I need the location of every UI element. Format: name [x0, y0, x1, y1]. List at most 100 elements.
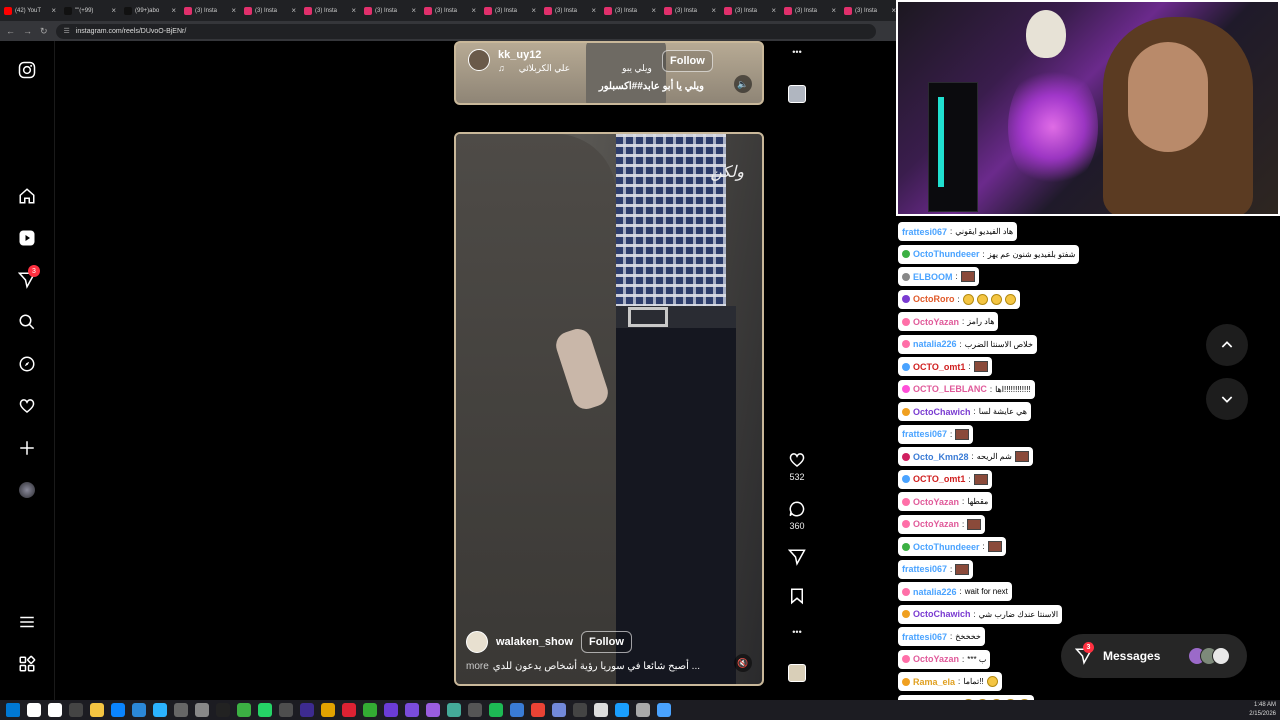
browser-tab[interactable]: (3) Insta ×	[240, 0, 300, 21]
author-avatar[interactable]	[466, 631, 488, 653]
like-button[interactable]: 532	[782, 451, 812, 482]
home-icon[interactable]	[17, 186, 37, 206]
taskbar-app-icon[interactable]	[90, 703, 104, 717]
taskbar-app-icon[interactable]	[615, 703, 629, 717]
browser-tab[interactable]: (3) Insta ×	[840, 0, 900, 21]
taskbar-app-icon[interactable]	[195, 703, 209, 717]
follow-button[interactable]: Follow	[662, 50, 713, 72]
taskbar-app-icon[interactable]	[153, 703, 167, 717]
taskbar-app-icon[interactable]	[174, 703, 188, 717]
explore-icon[interactable]	[17, 354, 37, 374]
taskbar-app-icon[interactable]	[48, 703, 62, 717]
taskbar-app-icon[interactable]	[342, 703, 356, 717]
reels-icon[interactable]	[17, 228, 37, 248]
taskbar-app-icon[interactable]	[237, 703, 251, 717]
start-menu-icon[interactable]	[6, 703, 20, 717]
back-icon[interactable]: ←	[6, 26, 15, 36]
instagram-logo-icon[interactable]	[17, 60, 37, 80]
author-avatar[interactable]	[468, 49, 490, 71]
browser-tab[interactable]: (99+)abo ×	[120, 0, 180, 21]
more-options-icon[interactable]: •••	[782, 47, 812, 57]
taskbar-app-icon[interactable]	[447, 703, 461, 717]
close-tab-icon[interactable]: ×	[591, 6, 596, 15]
system-clock[interactable]: 1:48 AM 2/15/2026	[1249, 701, 1276, 719]
audio-volume-icon[interactable]: 🔈	[734, 75, 752, 93]
close-tab-icon[interactable]: ×	[351, 6, 356, 15]
follow-button[interactable]: Follow	[581, 631, 632, 653]
taskbar-app-icon[interactable]	[321, 703, 335, 717]
browser-tab[interactable]: (3) Insta ×	[480, 0, 540, 21]
more-options-icon[interactable]: •••	[782, 627, 812, 637]
close-tab-icon[interactable]: ×	[411, 6, 416, 15]
taskbar-app-icon[interactable]	[111, 703, 125, 717]
taskbar-app-icon[interactable]	[552, 703, 566, 717]
taskbar-app-icon[interactable]	[573, 703, 587, 717]
author-username[interactable]: kk_uy12	[498, 49, 541, 61]
heart-icon[interactable]	[788, 451, 806, 469]
close-tab-icon[interactable]: ×	[471, 6, 476, 15]
taskbar-app-icon[interactable]	[405, 703, 419, 717]
create-plus-icon[interactable]	[17, 438, 37, 458]
reload-icon[interactable]: ↻	[40, 26, 48, 37]
taskbar-app-icon[interactable]	[510, 703, 524, 717]
close-tab-icon[interactable]: ×	[111, 6, 116, 15]
notifications-heart-icon[interactable]	[17, 396, 37, 416]
site-info-icon[interactable]: ☰	[64, 27, 70, 35]
close-tab-icon[interactable]: ×	[831, 6, 836, 15]
direct-messages-icon[interactable]: 3	[17, 265, 40, 290]
audio-muted-icon[interactable]: 🔇	[734, 654, 752, 672]
browser-tab[interactable]: (3) Insta ×	[180, 0, 240, 21]
taskbar-app-icon[interactable]	[279, 703, 293, 717]
author-username[interactable]: walaken_show	[496, 636, 573, 648]
browser-tab[interactable]: (3) Insta ×	[300, 0, 360, 21]
browser-tab[interactable]: (3) Insta ×	[600, 0, 660, 21]
close-tab-icon[interactable]: ×	[531, 6, 536, 15]
more-link[interactable]: more	[466, 661, 489, 672]
also-from-meta-icon[interactable]	[17, 654, 37, 674]
taskbar-app-icon[interactable]	[426, 703, 440, 717]
close-tab-icon[interactable]: ×	[231, 6, 236, 15]
close-tab-icon[interactable]: ×	[51, 6, 56, 15]
profile-avatar[interactable]	[17, 480, 37, 500]
audio-thumbnail[interactable]	[782, 664, 812, 682]
browser-tab[interactable]: (3) Insta ×	[660, 0, 720, 21]
taskbar-app-icon[interactable]	[384, 703, 398, 717]
reel-video-previous[interactable]: kk_uy12 ♫ علي الكربلائي ويلي يبو Follow …	[454, 41, 764, 105]
reel-video-current[interactable]: ولكن walaken_show Follow more أصبح شائعا…	[454, 132, 764, 686]
taskbar-app-icon[interactable]	[594, 703, 608, 717]
taskbar-app-icon[interactable]	[132, 703, 146, 717]
browser-tab[interactable]: (3) Insta ×	[360, 0, 420, 21]
audio-row[interactable]: ♫ علي الكربلائي ويلي يبو	[498, 63, 652, 74]
close-tab-icon[interactable]: ×	[291, 6, 296, 15]
taskbar-app-icon[interactable]	[69, 703, 83, 717]
browser-tab[interactable]: (42) YouT ×	[0, 0, 60, 21]
taskbar-app-icon[interactable]	[489, 703, 503, 717]
taskbar-app-icon[interactable]	[636, 703, 650, 717]
close-tab-icon[interactable]: ×	[171, 6, 176, 15]
browser-tab[interactable]: (3) Insta ×	[780, 0, 840, 21]
taskbar-app-icon[interactable]	[468, 703, 482, 717]
taskbar-app-icon[interactable]	[258, 703, 272, 717]
messages-button[interactable]: 3 Messages	[1061, 634, 1247, 678]
share-icon[interactable]	[782, 548, 812, 569]
close-tab-icon[interactable]: ×	[711, 6, 716, 15]
search-icon[interactable]	[17, 312, 37, 332]
browser-tab[interactable]: ""(+99) ×	[60, 0, 120, 21]
comment-icon[interactable]	[788, 500, 806, 518]
taskbar-app-icon[interactable]	[216, 703, 230, 717]
forward-icon[interactable]: →	[23, 26, 32, 36]
more-menu-icon[interactable]	[17, 612, 37, 632]
comment-button[interactable]: 360	[782, 500, 812, 531]
close-tab-icon[interactable]: ×	[651, 6, 656, 15]
taskbar-app-icon[interactable]	[300, 703, 314, 717]
close-tab-icon[interactable]: ×	[771, 6, 776, 15]
search-icon[interactable]	[27, 703, 41, 717]
browser-tab[interactable]: (3) Insta ×	[720, 0, 780, 21]
url-field[interactable]: ☰ instagram.com/reels/DUvoO-BjENr/	[55, 23, 876, 39]
taskbar-app-icon[interactable]	[363, 703, 377, 717]
save-bookmark-icon[interactable]	[782, 587, 812, 608]
audio-thumbnail[interactable]	[782, 85, 812, 103]
browser-tab[interactable]: (3) Insta ×	[420, 0, 480, 21]
taskbar-app-icon[interactable]	[657, 703, 671, 717]
browser-tab[interactable]: (3) Insta ×	[540, 0, 600, 21]
